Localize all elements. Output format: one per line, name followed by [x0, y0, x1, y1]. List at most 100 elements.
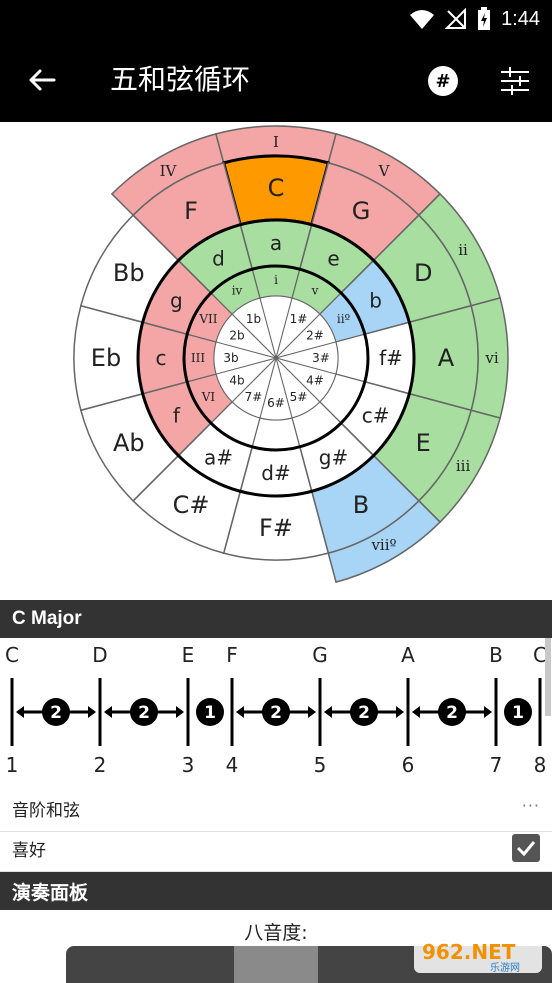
step-arrowhead-right-4 [396, 706, 404, 718]
outer-numeral-3: vi [484, 349, 498, 367]
scale-degree-0: 1 [6, 753, 19, 777]
signature-label-3: 3# [312, 351, 330, 365]
inner-numeral-2: iiº [337, 312, 351, 326]
scale-steps-diagram: C 1 D 2 E 3 F 4 G 5 A 6 B 7 C 8 2 2 1 2 2 2 1 [5, 638, 551, 777]
more-icon[interactable]: ··· [522, 796, 540, 815]
inner-degree-6[interactable] [251, 417, 301, 451]
step-label-6: 1 [512, 703, 524, 723]
step-label-1: 2 [138, 703, 150, 723]
page-title: 五和弦循环 [110, 63, 251, 96]
major-label-4: E [416, 429, 431, 457]
major-label-1: G [352, 197, 371, 225]
major-label-0: C [268, 174, 285, 202]
scale-title: C Major [12, 608, 82, 629]
major-label-7: C# [173, 491, 210, 519]
major-label-11: F [184, 197, 198, 225]
circle-of-fifths[interactable]: C G D A E B F# C# Ab Eb Bb Fa e b f# c# g# d# a# f c g d 1# 2# 3#… [0, 122, 552, 600]
signature-label-4: 4# [306, 374, 324, 388]
step-label-4: 2 [358, 703, 370, 723]
signature-label-5: 5# [290, 390, 308, 404]
app-bar: 五和弦循环 # [0, 38, 552, 122]
scrollbar-thumb[interactable] [545, 638, 551, 716]
minor-label-11: d [212, 246, 225, 270]
step-label-5: 2 [446, 703, 458, 723]
signature-label-9: 3b [223, 351, 238, 365]
outer-numeral-4: iii [456, 457, 471, 475]
minor-label-6: d# [261, 461, 290, 485]
major-label-3: A [438, 344, 455, 372]
major-label-6: F# [259, 514, 293, 542]
inner-numeral-1: v [311, 283, 319, 297]
watermark-sub: 乐游网 [490, 961, 520, 974]
check-icon [516, 841, 536, 857]
sharp-toggle-button[interactable]: # [428, 66, 458, 96]
signature-label-2: 2# [306, 329, 324, 343]
circle-of-fifths-wheel[interactable]: C G D A E B F# C# Ab Eb Bb Fa e b f# c# g# d# a# f c g d 1# 2# 3#… [0, 122, 552, 600]
outer-numeral-0: I [273, 133, 279, 151]
signature-label-11: 1b [246, 312, 261, 326]
scale-note-5: A [401, 643, 415, 667]
battery-charging-icon [478, 7, 491, 30]
signature-label-8: 4b [229, 374, 244, 388]
favorite-checkbox[interactable] [512, 834, 540, 862]
minor-label-2: b [369, 289, 382, 313]
scale-degree-6: 7 [490, 753, 503, 777]
minor-label-1: e [327, 246, 339, 270]
step-arrowhead-right-0 [88, 706, 96, 718]
signature-label-6: 6# [267, 396, 285, 410]
signature-label-7: 7# [245, 390, 263, 404]
minor-label-3: f# [379, 346, 403, 370]
scale-note-4: G [312, 643, 328, 667]
scale-note-7: C [533, 643, 547, 667]
outer-numeral-1: V [378, 162, 391, 180]
favorite-row[interactable]: 喜好 [0, 826, 552, 872]
scale-note-1: D [92, 643, 107, 667]
scale-degree-2: 3 [182, 753, 195, 777]
minor-label-4: c# [362, 404, 390, 428]
step-arrowhead-left-1 [104, 706, 112, 718]
step-arrowhead-left-3 [236, 706, 244, 718]
step-arrowhead-left-5 [412, 706, 420, 718]
step-label-3: 2 [270, 703, 282, 723]
major-label-10: Bb [113, 259, 145, 287]
arrow-left-icon [29, 69, 56, 91]
tune-icon [501, 67, 529, 95]
no-signal-icon [445, 8, 467, 29]
scale-degree-5: 6 [402, 753, 415, 777]
settings-button[interactable] [498, 64, 532, 98]
scale-chords-label: 音阶和弦 [12, 801, 80, 821]
play-panel-header: 演奏面板 [0, 872, 552, 910]
inner-numeral-9: III [191, 351, 205, 365]
signature-label-1: 1# [290, 312, 308, 326]
status-bar: 1:44 [0, 0, 552, 38]
inner-numeral-11: iv [232, 283, 243, 297]
step-label-0: 2 [50, 703, 62, 723]
major-label-2: D [414, 259, 432, 287]
step-arrowhead-left-4 [324, 706, 332, 718]
outer-numeral-5: viiº [370, 536, 396, 554]
step-arrowhead-right-3 [308, 706, 316, 718]
outer-numeral-11: IV [160, 162, 178, 180]
inner-degree-3[interactable] [335, 333, 369, 383]
minor-label-5: g# [319, 446, 348, 470]
scale-header: C Major [0, 600, 552, 638]
inner-numeral-10: VII [198, 312, 217, 326]
inner-numeral-8: VI [201, 390, 216, 404]
watermark-logo: 962.NET 乐游网 [414, 933, 542, 974]
octave-selected-segment[interactable] [234, 946, 318, 983]
step-arrowhead-right-1 [176, 706, 184, 718]
step-label-2: 1 [204, 703, 216, 723]
scale-degree-1: 2 [94, 753, 107, 777]
step-arrowhead-right-5 [484, 706, 492, 718]
step-arrowhead-left-0 [16, 706, 24, 718]
scale-degree-7: 8 [534, 753, 547, 777]
scale-note-3: F [226, 643, 238, 667]
wifi-icon [410, 10, 435, 29]
scale-note-0: C [5, 643, 19, 667]
back-button[interactable] [22, 60, 62, 100]
scale-note-2: E [182, 643, 195, 667]
watermark-text: 962.NET [422, 940, 516, 964]
major-label-8: Ab [113, 429, 145, 457]
inner-numeral-0: i [274, 273, 278, 287]
scale-degree-4: 5 [314, 753, 327, 777]
